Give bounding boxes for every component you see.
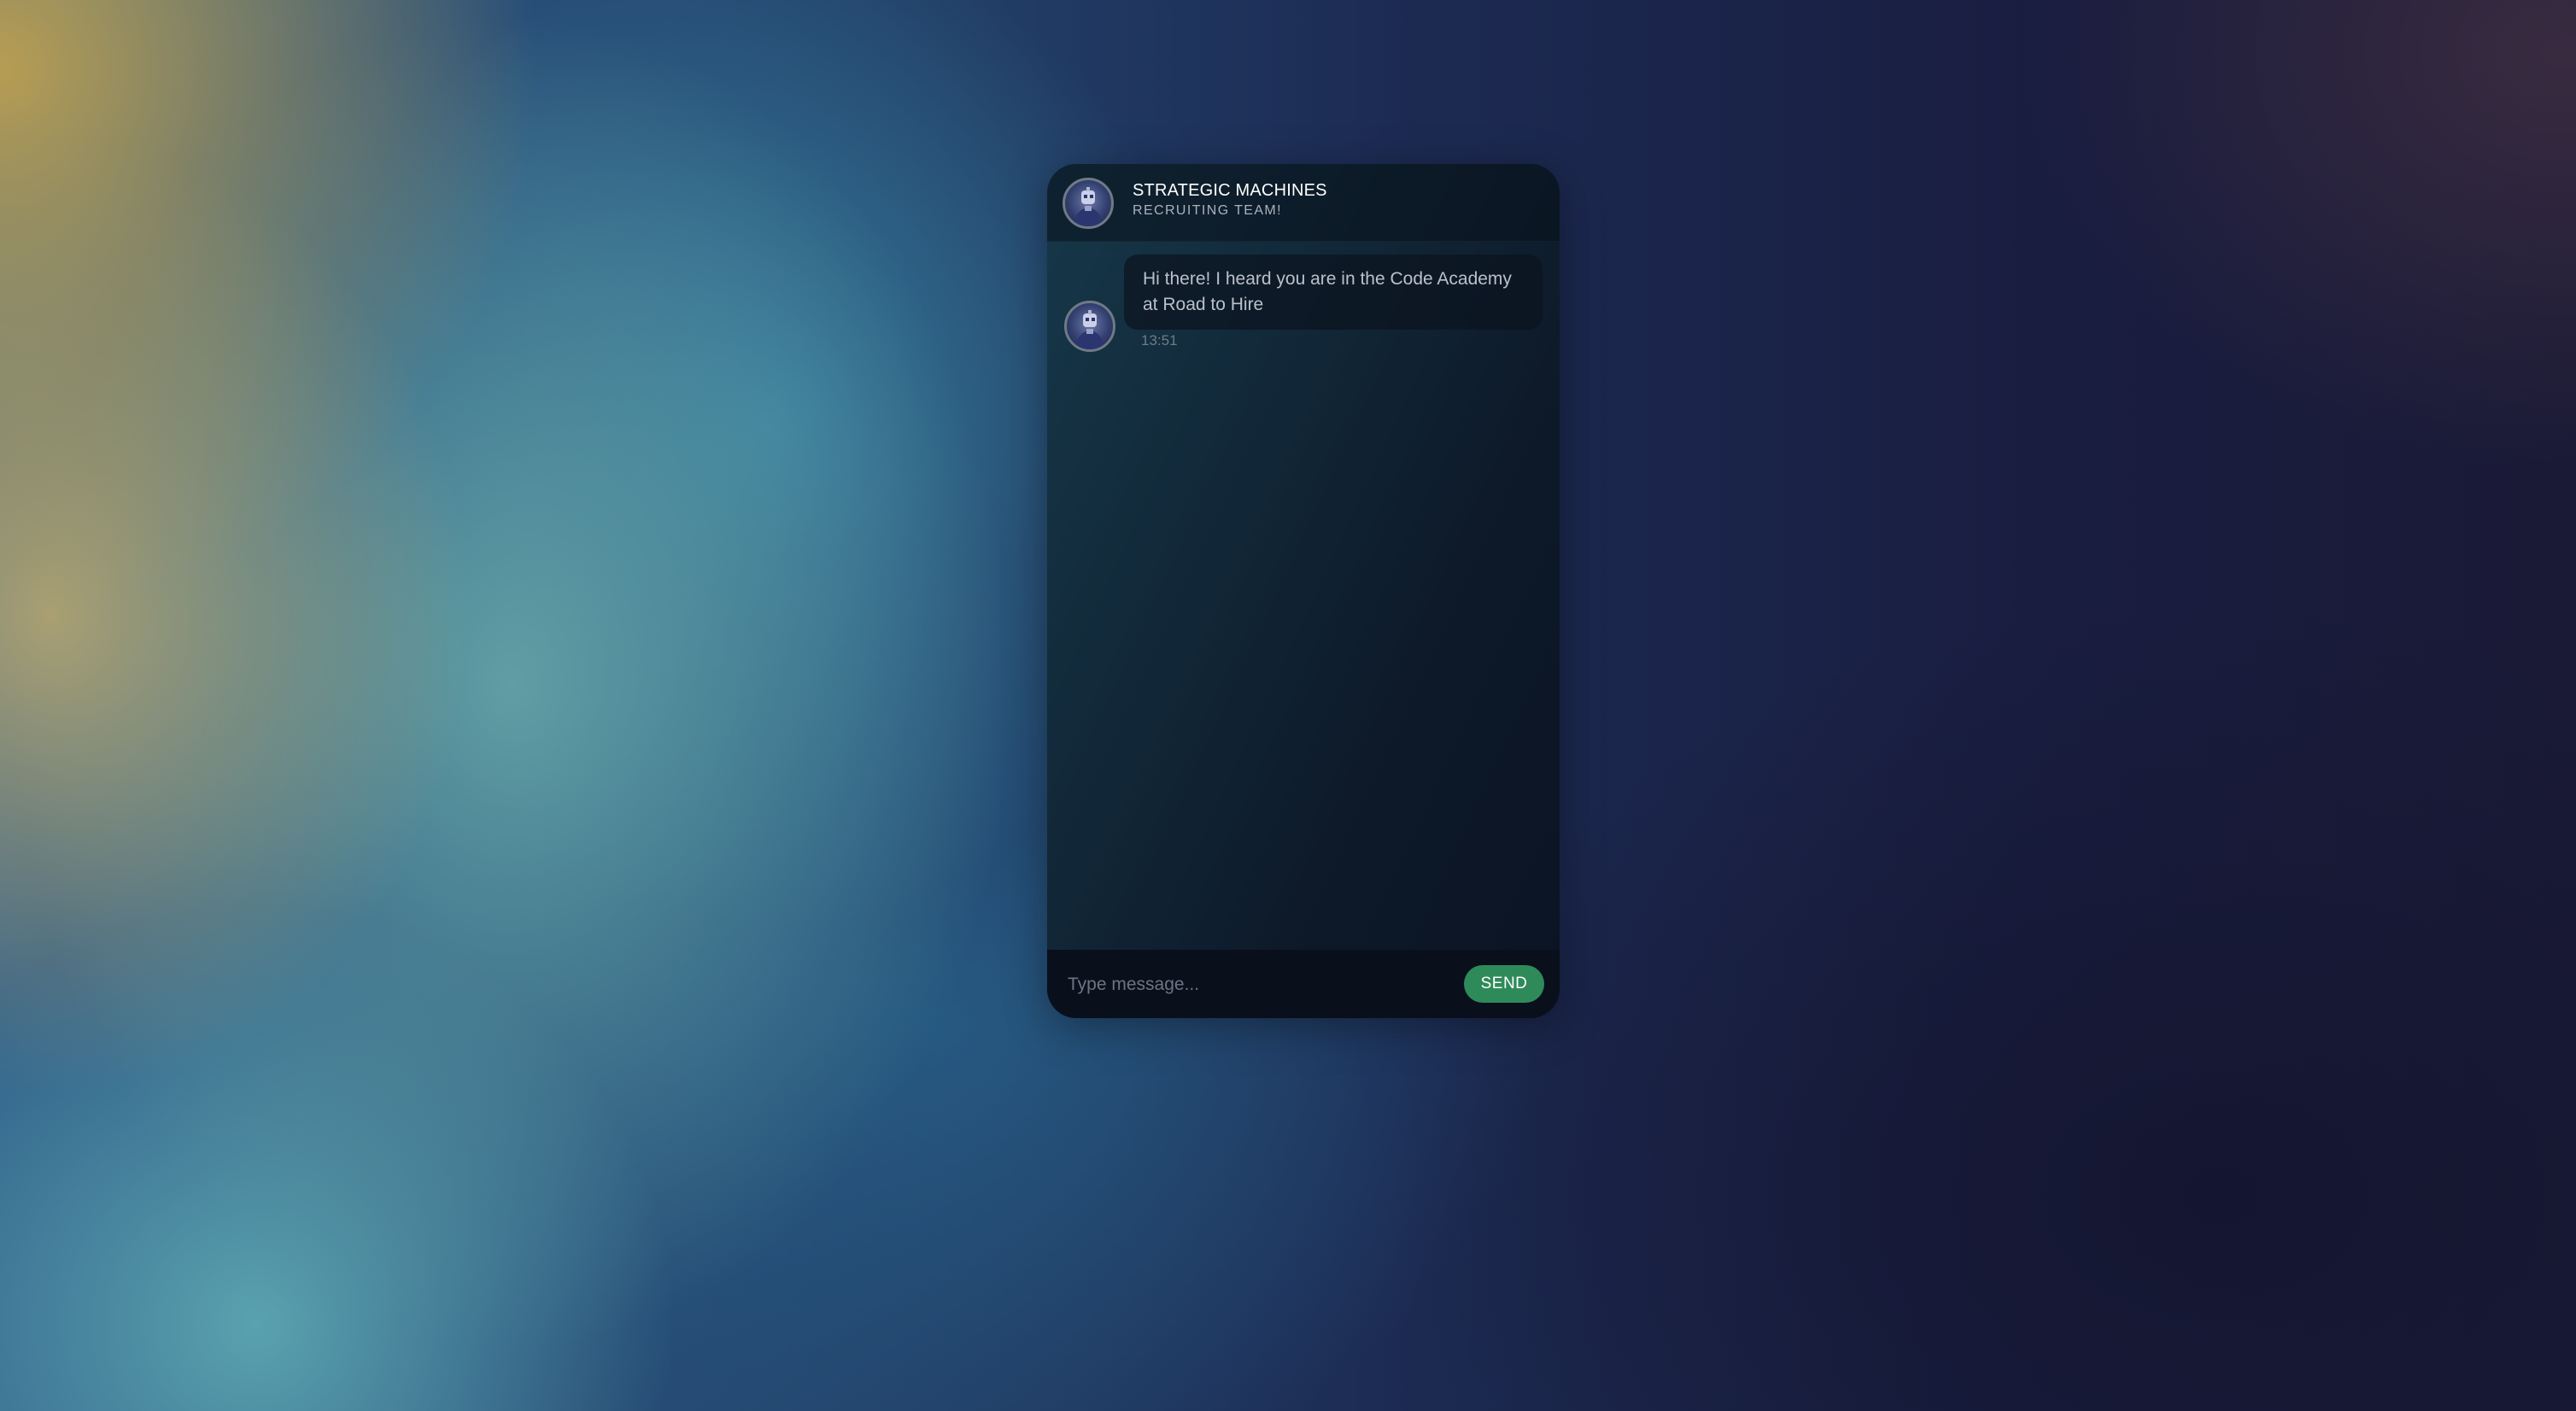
message-timestamp: 13:51 [1141,332,1178,348]
message-input[interactable] [1066,967,1445,1003]
robot-avatar-icon [1064,301,1115,352]
chat-title: STRATEGIC MACHINES [1133,181,1327,200]
send-button[interactable]: SEND [1464,965,1544,1003]
message-bubble: Hi there! I heard you are in the Code Ac… [1124,255,1543,330]
chat-subtitle: RECRUITING TEAM! [1133,203,1283,218]
chat-widget: STRATEGIC MACHINES RECRUITING TEAM! Hi t… [1047,164,1560,1018]
robot-avatar-icon [1063,178,1114,229]
chat-header: STRATEGIC MACHINES RECRUITING TEAM! [1047,164,1560,242]
